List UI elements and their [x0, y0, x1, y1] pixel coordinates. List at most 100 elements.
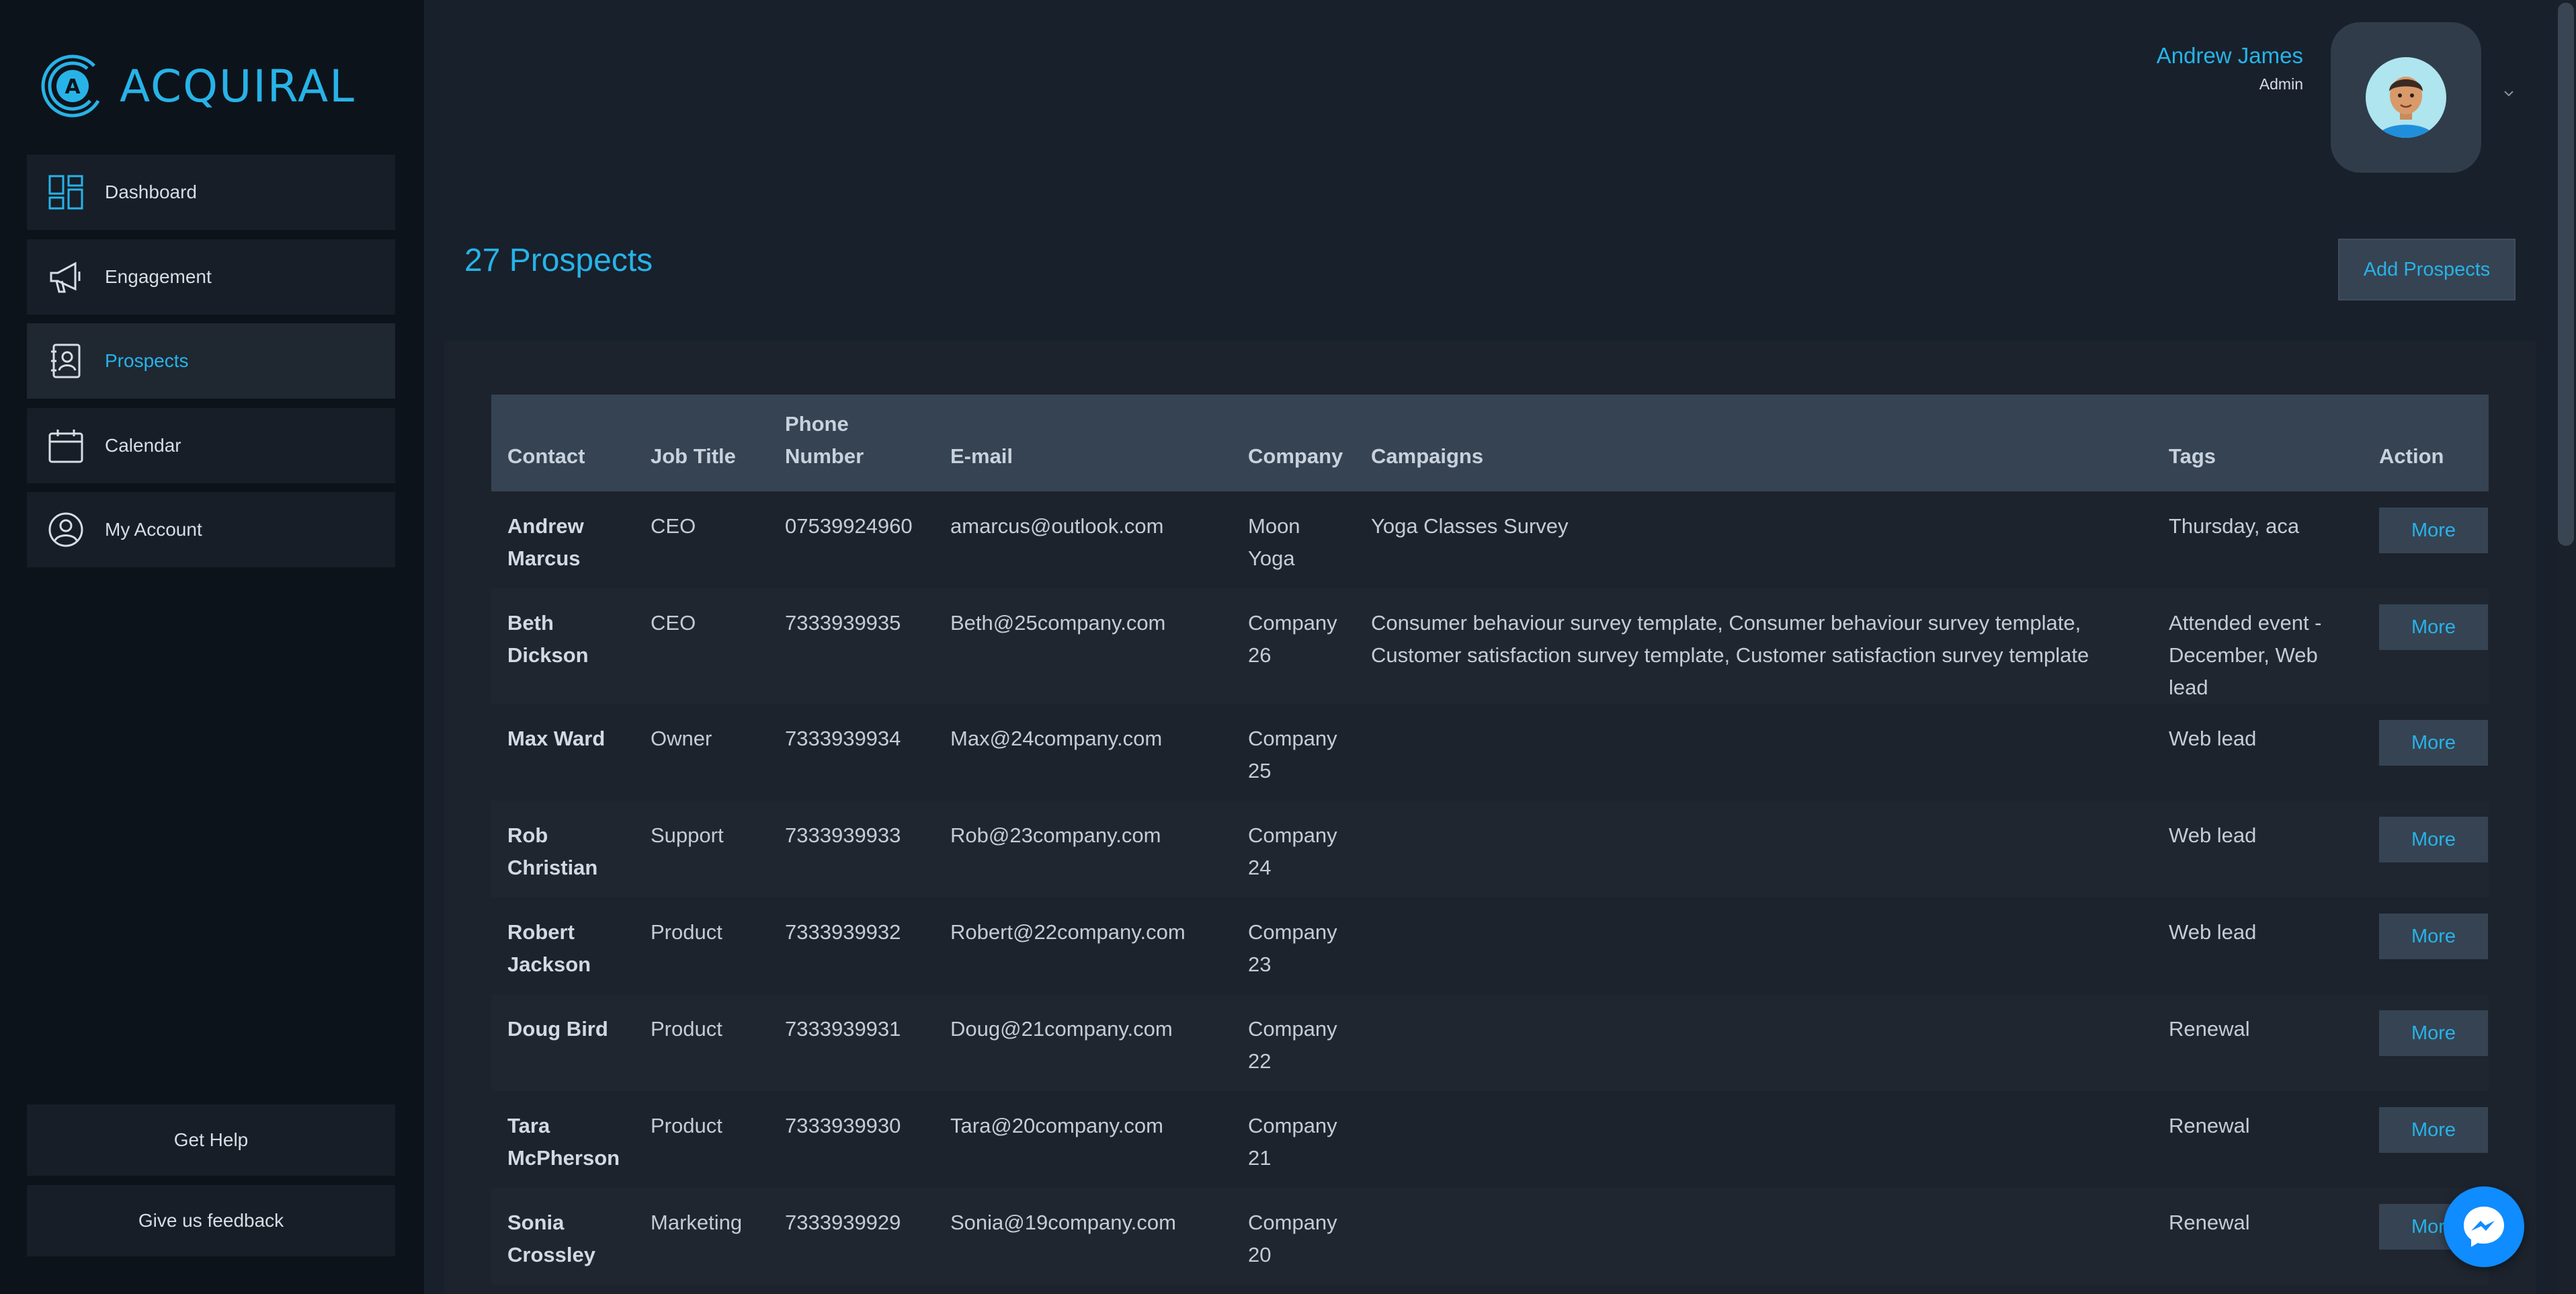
cell-phone: 7333939929	[785, 1211, 901, 1234]
calendar-icon	[47, 427, 85, 464]
sidebar-item-calendar[interactable]: Calendar	[27, 408, 395, 483]
dashboard-icon	[47, 173, 85, 211]
cell-tags: Attended event - December, Web lead	[2169, 611, 2322, 699]
cell-company: Company 22	[1248, 1017, 1337, 1073]
cell-job-title: Product	[651, 1114, 722, 1137]
add-prospects-button[interactable]: Add Prospects	[2338, 239, 2516, 300]
cell-company: Company 21	[1248, 1114, 1337, 1170]
table-row[interactable]: Beth Dickson CEO 7333939935 Beth@25company.…	[491, 588, 2489, 704]
table-row[interactable]: Robert Jackson Product 7333939932 Robert@22…	[491, 897, 2489, 994]
cell-campaigns	[1355, 994, 2153, 1091]
scrollbar-thumb[interactable]	[2558, 3, 2574, 546]
cell-phone: 07539924960	[785, 514, 913, 538]
table-row[interactable]: Sonia Crossley Marketing 7333939929 Sonia@1…	[491, 1188, 2489, 1285]
cell-contact: Rob Christian	[507, 823, 598, 879]
more-button[interactable]: More	[2379, 817, 2488, 862]
column-header[interactable]: Tags	[2153, 395, 2363, 491]
cell-action: More	[2363, 704, 2489, 801]
cell-phone: 7333939933	[785, 823, 901, 847]
svg-text:A: A	[65, 75, 81, 99]
brand-name: ACQUIRAL	[120, 60, 356, 112]
cell-company: Company 20	[1248, 1211, 1337, 1266]
cell-contact: Sonia Crossley	[507, 1211, 595, 1266]
column-header: Action	[2379, 444, 2444, 468]
column-header[interactable]: Campaigns	[1355, 395, 2153, 491]
column-header[interactable]: E-mail	[934, 395, 1232, 491]
chevron-down-icon[interactable]	[2501, 86, 2516, 101]
user-circle-icon	[47, 511, 85, 549]
cell-email: amarcus@outlook.com	[950, 514, 1164, 538]
avatar[interactable]	[2331, 22, 2481, 173]
user-name[interactable]: Andrew James	[2157, 43, 2303, 69]
cell-tags: Renewal	[2169, 1114, 2250, 1137]
more-button[interactable]: More	[2379, 1010, 2488, 1056]
messenger-icon	[2464, 1207, 2504, 1247]
table-header-row: Contact Job Title Phone Number E-mail Co…	[491, 395, 2489, 491]
cell-contact: Max Ward	[507, 727, 606, 750]
cell-tags: Renewal	[2169, 1017, 2250, 1041]
sidebar-item-label: Calendar	[105, 435, 181, 456]
cell-company: Company 23	[1248, 920, 1337, 976]
cell-job-title: Product	[651, 920, 722, 944]
table-row[interactable]: Doug Bird Product 7333939931 Doug@21company…	[491, 994, 2489, 1091]
brand-logo[interactable]: A ACQUIRAL	[39, 47, 356, 125]
acquiral-logo-icon: A	[41, 54, 104, 118]
column-header[interactable]: Phone Number	[769, 395, 934, 491]
cell-phone: 7333939931	[785, 1017, 901, 1041]
cell-campaigns	[1355, 897, 2153, 994]
cell-company: Company 25	[1248, 727, 1337, 782]
cell-email: Robert@22company.com	[950, 920, 1186, 944]
table-row[interactable]: Tara McPherson Product 7333939930 Tara@20co…	[491, 1091, 2489, 1188]
sidebar-item-prospects[interactable]: Prospects	[27, 323, 395, 399]
cell-tags: Web lead	[2169, 727, 2257, 750]
cell-campaigns: Yoga Classes Survey	[1371, 514, 1569, 538]
more-button[interactable]: More	[2379, 914, 2488, 959]
cell-job-title: CEO	[651, 611, 696, 635]
user-role: Admin	[2259, 75, 2303, 93]
sidebar-item-label: Engagement	[105, 266, 212, 287]
cell-email: Beth@25company.com	[950, 611, 1166, 635]
cell-phone: 7333939930	[785, 1114, 901, 1137]
avatar-icon	[2366, 57, 2446, 138]
cell-job-title: Owner	[651, 727, 712, 750]
column-header[interactable]: Company	[1232, 395, 1355, 491]
feedback-button[interactable]: Give us feedback	[27, 1185, 395, 1256]
more-button[interactable]: More	[2379, 720, 2488, 766]
cell-campaigns	[1355, 704, 2153, 801]
sidebar-item-dashboard[interactable]: Dashboard	[27, 155, 395, 230]
table-row[interactable]: Rob Christian Support 7333939933 Rob@23comp…	[491, 801, 2489, 897]
cell-job-title: Marketing	[651, 1211, 743, 1234]
cell-phone: 7333939934	[785, 727, 901, 750]
sidebar-item-my-account[interactable]: My Account	[27, 492, 395, 567]
sidebar-item-label: Dashboard	[105, 181, 197, 202]
cell-tags: Thursday, aca	[2169, 514, 2300, 538]
cell-phone: 7333939932	[785, 920, 901, 944]
cell-email: Doug@21company.com	[950, 1017, 1173, 1041]
more-button[interactable]: More	[2379, 604, 2488, 650]
cell-contact: Tara McPherson	[507, 1114, 620, 1170]
cell-campaigns	[1355, 1188, 2153, 1285]
cell-action: More	[2363, 801, 2489, 897]
column-header[interactable]: Contact	[491, 395, 634, 491]
cell-tags: Web lead	[2169, 823, 2257, 847]
cell-action: More	[2363, 491, 2489, 588]
get-help-button[interactable]: Get Help	[27, 1104, 395, 1176]
cell-email: Rob@23company.com	[950, 823, 1161, 847]
more-button[interactable]: More	[2379, 1107, 2488, 1153]
cell-contact: Robert Jackson	[507, 920, 591, 976]
sidebar-item-label: Prospects	[105, 350, 189, 371]
table-row[interactable]: Max Ward Owner 7333939934 Max@24company.com…	[491, 704, 2489, 801]
messenger-chat-button[interactable]	[2444, 1186, 2524, 1267]
sidebar-item-label: My Account	[105, 519, 202, 540]
cell-contact: Beth Dickson	[507, 611, 589, 667]
cell-campaigns	[1355, 801, 2153, 897]
cell-email: Max@24company.com	[950, 727, 1163, 750]
sidebar-item-engagement[interactable]: Engagement	[27, 239, 395, 315]
table-row[interactable]: Andrew Marcus CEO 07539924960 amarcus@outlo…	[491, 491, 2489, 588]
cell-action: More	[2363, 1091, 2489, 1188]
cell-tags: Web lead	[2169, 920, 2257, 944]
cell-contact: Doug Bird	[507, 1017, 608, 1041]
more-button[interactable]: More	[2379, 508, 2488, 553]
cell-action: More	[2363, 897, 2489, 994]
column-header[interactable]: Job Title	[634, 395, 769, 491]
